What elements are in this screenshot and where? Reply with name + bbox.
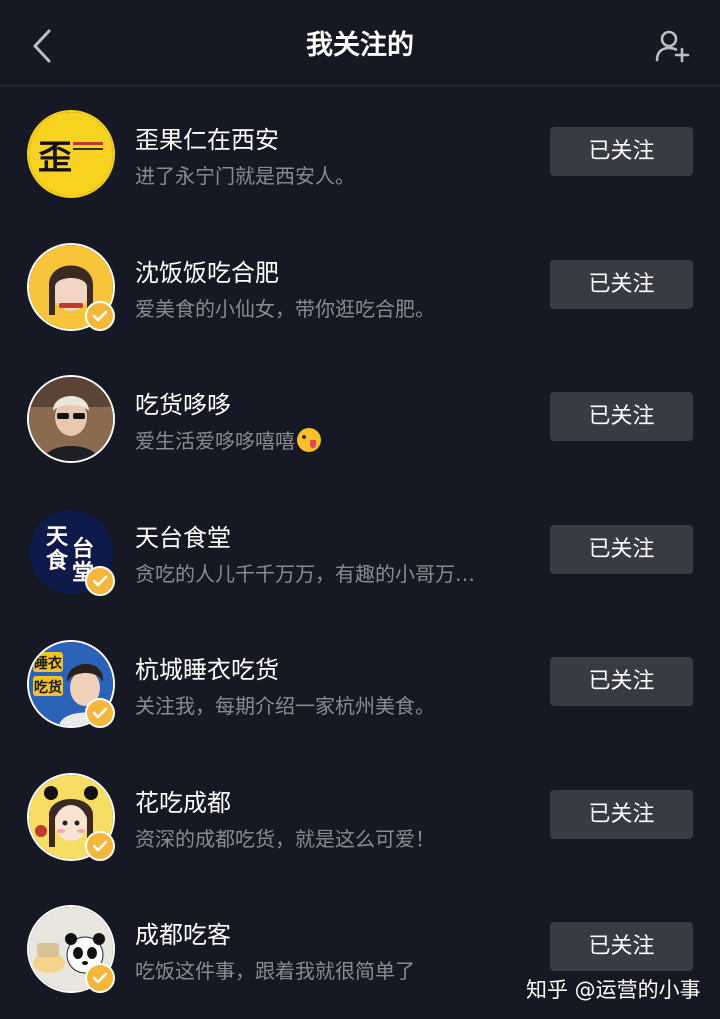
account-bio: 爱生活爱哆哆嘻嘻 xyxy=(135,425,530,454)
avatar[interactable]: 睡衣 吃货 xyxy=(27,640,115,728)
add-friend-button[interactable] xyxy=(652,26,694,66)
list-item[interactable]: 歪 歪果仁在西安 进了永宁门就是西安人。 已关注 xyxy=(0,86,720,219)
account-name[interactable]: 杭城睡衣吃货 xyxy=(135,650,279,685)
add-user-icon xyxy=(655,30,690,63)
account-name[interactable]: 成都吃客 xyxy=(135,915,231,950)
verified-badge-icon xyxy=(85,830,115,861)
account-name[interactable]: 歪果仁在西安 xyxy=(135,120,279,155)
following-button[interactable]: 已关注 xyxy=(550,922,693,971)
following-button[interactable]: 已关注 xyxy=(550,524,693,574)
svg-text:睡衣: 睡衣 xyxy=(34,655,63,672)
page-title: 我关注的 xyxy=(306,30,414,61)
list-item[interactable]: 吃货哆哆 爱生活爱哆哆嘻嘻 已关注 xyxy=(0,351,720,484)
back-button[interactable] xyxy=(22,26,62,66)
verified-badge-icon xyxy=(85,963,115,993)
avatar[interactable]: 天 食 台 堂 xyxy=(27,507,115,596)
avatar[interactable] xyxy=(27,375,115,463)
list-item[interactable]: 沈饭饭吃合肥 爱美食的小仙女，带你逛吃合肥。 已关注 xyxy=(0,219,720,352)
avatar-image: 歪 xyxy=(29,112,113,196)
following-list: 歪 歪果仁在西安 进了永宁门就是西安人。 已关注 沈饭饭吃合肥 爱美食的小仙女，… xyxy=(0,86,720,1014)
account-bio: 关注我，每期介绍一家杭州美食。 xyxy=(135,694,435,718)
svg-text:歪: 歪 xyxy=(38,138,72,178)
top-bar: 我关注的 xyxy=(0,0,720,86)
following-button[interactable]: 已关注 xyxy=(550,259,693,309)
following-button[interactable]: 已关注 xyxy=(550,392,693,441)
avatar[interactable] xyxy=(27,905,115,993)
account-bio: 贪吃的人儿千千万万，有趣的小哥万… xyxy=(135,561,475,586)
bio-text: 爱生活爱哆哆嘻嘻 xyxy=(135,429,295,453)
svg-text:台: 台 xyxy=(72,536,94,562)
avatar[interactable]: 歪 xyxy=(27,110,115,198)
following-button[interactable]: 已关注 xyxy=(550,789,693,839)
avatar[interactable] xyxy=(27,772,115,861)
verified-badge-icon xyxy=(85,300,115,331)
account-name[interactable]: 花吃成都 xyxy=(135,783,231,818)
verified-badge-icon xyxy=(85,698,115,728)
svg-text:食: 食 xyxy=(46,548,69,574)
following-button[interactable]: 已关注 xyxy=(550,127,693,176)
list-item[interactable]: 花吃成都 资深的成都吃货，就是这么可爱！ 已关注 xyxy=(0,749,720,882)
account-bio: 进了永宁门就是西安人。 xyxy=(135,164,355,188)
avatar[interactable] xyxy=(27,242,115,331)
squinting-tongue-emoji-icon xyxy=(297,428,321,452)
svg-text:吃货: 吃货 xyxy=(34,679,62,696)
account-name[interactable]: 沈饭饭吃合肥 xyxy=(135,253,279,288)
chevron-left-icon xyxy=(33,29,51,63)
account-bio: 资深的成都吃货，就是这么可爱！ xyxy=(135,826,435,851)
verified-badge-icon xyxy=(85,565,115,596)
list-item[interactable]: 睡衣 吃货 杭城睡衣吃货 关注我，每期介绍一家杭州美食。 已关注 xyxy=(0,616,720,749)
account-bio: 爱美食的小仙女，带你逛吃合肥。 xyxy=(135,296,435,321)
list-item[interactable]: 天 食 台 堂 天台食堂 贪吃的人儿千千万万，有趣的小哥万… 已关注 xyxy=(0,484,720,617)
account-name[interactable]: 吃货哆哆 xyxy=(135,385,231,420)
account-name[interactable]: 天台食堂 xyxy=(135,518,231,553)
avatar-image xyxy=(29,377,113,461)
account-bio: 吃饭这件事，跟着我就很简单了 xyxy=(135,959,415,983)
watermark: 知乎 @运营的小事 xyxy=(526,978,701,1002)
following-button[interactable]: 已关注 xyxy=(550,657,693,706)
svg-text:天: 天 xyxy=(46,525,69,550)
